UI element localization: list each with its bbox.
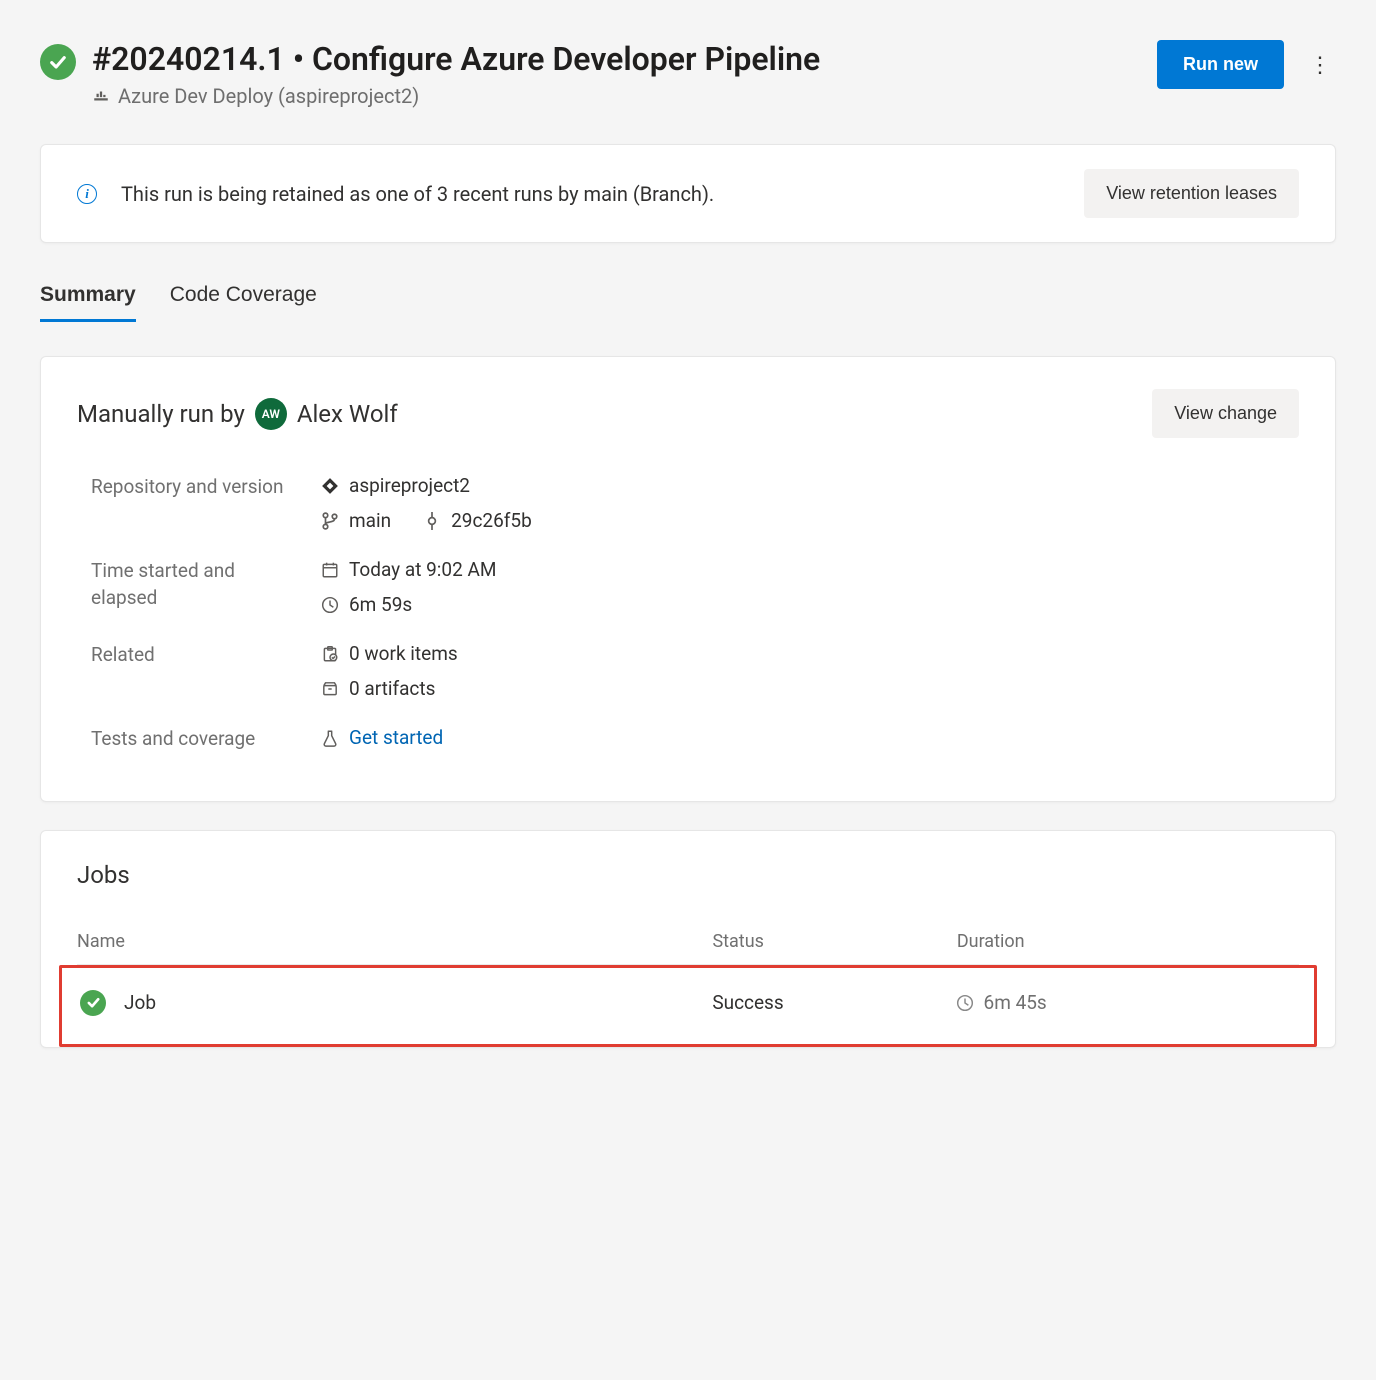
artifacts[interactable]: 0 artifacts xyxy=(349,677,435,700)
artifacts-icon xyxy=(321,680,339,698)
success-icon xyxy=(80,990,106,1016)
info-icon: i xyxy=(77,184,97,204)
table-row[interactable]: Job Success 6m 45s xyxy=(80,968,1296,1038)
run-by-name[interactable]: Alex Wolf xyxy=(297,400,398,428)
branch-name[interactable]: main xyxy=(349,509,391,532)
title-block: #20240214.1 • Configure Azure Developer … xyxy=(40,40,820,108)
page-header: #20240214.1 • Configure Azure Developer … xyxy=(40,40,1336,108)
repo-name[interactable]: aspireproject2 xyxy=(349,474,470,497)
work-items-icon xyxy=(321,645,339,663)
pipeline-name[interactable]: Azure Dev Deploy (aspireproject2) xyxy=(118,84,419,108)
more-actions-button[interactable]: ⋮ xyxy=(1304,49,1336,81)
jobs-table: Name Status Duration xyxy=(77,919,1299,965)
started-at: Today at 9:02 AM xyxy=(349,558,496,581)
commit-hash[interactable]: 29c26f5b xyxy=(451,509,532,532)
retention-banner: i This run is being retained as one of 3… xyxy=(40,144,1336,243)
tab-bar: Summary Code Coverage xyxy=(40,283,1336,322)
label-related: Related xyxy=(91,642,301,700)
col-name[interactable]: Name xyxy=(77,919,712,965)
highlight-annotation: Job Success 6m 45s xyxy=(59,965,1317,1047)
col-duration[interactable]: Duration xyxy=(957,919,1299,965)
view-change-button[interactable]: View change xyxy=(1152,389,1299,438)
job-name: Job xyxy=(124,991,156,1014)
label-repository: Repository and version xyxy=(91,474,301,532)
beaker-icon xyxy=(321,729,339,747)
calendar-icon xyxy=(321,561,339,579)
summary-card: Manually run by AW Alex Wolf View change… xyxy=(40,356,1336,802)
tests-get-started-link[interactable]: Get started xyxy=(349,726,443,749)
view-retention-button[interactable]: View retention leases xyxy=(1084,169,1299,218)
page-title: #20240214.1 • Configure Azure Developer … xyxy=(92,40,820,78)
run-by-prefix: Manually run by xyxy=(77,400,245,428)
jobs-card: Jobs Name Status Duration Job xyxy=(40,830,1336,1048)
repo-icon xyxy=(321,477,339,495)
avatar[interactable]: AW xyxy=(255,398,287,430)
retention-message: This run is being retained as one of 3 r… xyxy=(121,182,714,206)
jobs-title: Jobs xyxy=(77,861,1299,889)
clock-icon xyxy=(956,994,974,1012)
tab-summary[interactable]: Summary xyxy=(40,283,136,322)
label-tests: Tests and coverage xyxy=(91,726,301,753)
work-items[interactable]: 0 work items xyxy=(349,642,458,665)
run-new-button[interactable]: Run new xyxy=(1157,40,1284,89)
run-by-row: Manually run by AW Alex Wolf xyxy=(77,398,398,430)
pipeline-icon xyxy=(92,87,110,105)
col-status[interactable]: Status xyxy=(712,919,956,965)
job-status: Success xyxy=(712,968,955,1038)
elapsed: 6m 59s xyxy=(349,593,412,616)
tab-code-coverage[interactable]: Code Coverage xyxy=(170,283,317,322)
label-time: Time started and elapsed xyxy=(91,558,301,616)
commit-icon xyxy=(423,512,441,530)
success-icon xyxy=(40,44,76,80)
branch-icon xyxy=(321,512,339,530)
clock-icon xyxy=(321,596,339,614)
job-duration: 6m 45s xyxy=(984,991,1047,1014)
